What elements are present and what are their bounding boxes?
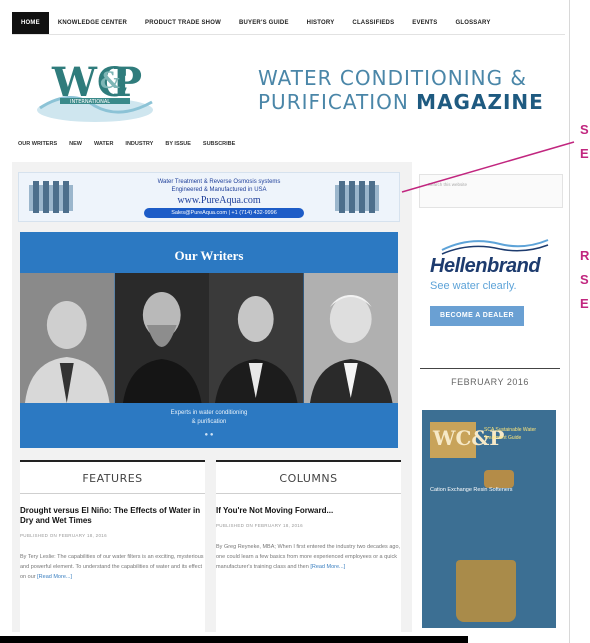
subnav-by-issue[interactable]: BY ISSUE: [165, 141, 191, 155]
secondary-navigation: OUR WRITERS NEW WATER INDUSTRY BY ISSUE …: [18, 141, 408, 155]
hellenbrand-logo-text: Hellenbrand: [430, 255, 541, 277]
writer-portrait-4: [303, 273, 398, 403]
issue-divider: [420, 368, 560, 369]
callout-2-letter-2: S: [580, 272, 589, 287]
writer-photo-2[interactable]: [114, 273, 209, 403]
writer-portrait-2: [114, 273, 209, 403]
svg-text:INTERNATIONAL: INTERNATIONAL: [70, 99, 110, 105]
writers-photos: [20, 273, 398, 403]
writers-caption: Experts in water conditioning & purifica…: [20, 409, 398, 427]
website-frame: HOME KNOWLEDGE CENTER PRODUCT TRADE SHOW…: [0, 0, 570, 643]
callout-label-2: R S E: [580, 244, 589, 316]
writers-caption-line-1: Experts in water conditioning: [170, 410, 248, 416]
nav-buyers-guide[interactable]: BUYER'S GUIDE: [230, 12, 298, 34]
bottom-black-bar: [0, 636, 468, 643]
current-issue-label: FEBRUARY 2016: [451, 377, 529, 387]
subnav-industry[interactable]: INDUSTRY: [125, 141, 153, 155]
writer-photo-1[interactable]: [20, 273, 115, 403]
nav-home[interactable]: HOME: [12, 12, 49, 34]
hellenbrand-wave-icon: [441, 239, 549, 255]
cover-logo: WC&P: [430, 422, 505, 458]
features-section: FEATURES Drought versus El Niño: The Eff…: [20, 460, 205, 636]
cover-tagline: Cation Exchange Resin Softeners: [430, 487, 513, 493]
features-headline[interactable]: Drought versus El Niño: The Effects of W…: [20, 506, 205, 526]
nav-classifieds[interactable]: CLASSIFIEDS: [343, 12, 403, 34]
callout-1-letter-2: E: [580, 146, 589, 161]
callout-2-letter-1: R: [580, 248, 590, 263]
writers-caption-line-2: & purification: [191, 419, 227, 425]
banner-line-2: Engineered & Manufactured in USA: [171, 187, 267, 193]
search-placeholder: Search this website: [428, 182, 468, 187]
ro-system-left-icon: [29, 181, 73, 213]
callout-1-letter-1: S: [580, 122, 589, 137]
cover-logo-letters: WC&P: [433, 426, 505, 450]
banner-contact: Sales@PureAqua.com | +1 (714) 432-9996: [144, 208, 304, 218]
hellenbrand-ad[interactable]: Hellenbrand See water clearly. BECOME A …: [426, 232, 561, 342]
callout-2-letter-3: E: [580, 296, 589, 311]
columns-read-more-link[interactable]: [Read More...]: [310, 564, 345, 570]
banner-line-1: Water Treatment & Reverse Osmosis system…: [157, 179, 281, 185]
ro-system-right-icon: [335, 181, 379, 213]
columns-headline[interactable]: If You're Not Moving Forward...: [216, 506, 401, 516]
nav-events[interactable]: EVENTS: [403, 12, 446, 34]
columns-heading: COLUMNS: [216, 462, 401, 494]
subnav-our-writers[interactable]: OUR WRITERS: [18, 141, 57, 155]
nav-history[interactable]: HISTORY: [298, 12, 344, 34]
callout-label-1: S E: [580, 118, 589, 166]
columns-meta: PUBLISHED ON FEBRUARY 18, 2016: [216, 523, 303, 528]
magazine-cover[interactable]: WC&P SCA Sustainable Water Treatment Gui…: [422, 410, 556, 628]
nav-knowledge-center[interactable]: KNOWLEDGE CENTER: [49, 12, 136, 34]
features-meta: PUBLISHED ON FEBRUARY 18, 2016: [20, 533, 107, 538]
become-a-dealer-button[interactable]: BECOME A DEALER: [430, 306, 524, 326]
masthead-line-2: PURIFICATION MAGAZINE: [258, 90, 558, 114]
features-excerpt: By Tery Leslie: The capabilities of our …: [20, 552, 205, 582]
banner-url: www.PureAqua.com: [177, 195, 261, 206]
our-writers-slider[interactable]: Our Writers Experts in water conditionin…: [20, 232, 398, 448]
wcp-logo[interactable]: WC P & INTERNATIONAL: [30, 48, 160, 126]
banner-text: Water Treatment & Reverse Osmosis system…: [129, 178, 309, 194]
writer-photo-4[interactable]: [303, 273, 398, 403]
nav-glossary[interactable]: GLOSSARY: [447, 12, 500, 34]
columns-excerpt: By Greg Reyneke, MBA; When I first enter…: [216, 542, 401, 572]
hellenbrand-tagline: See water clearly.: [430, 280, 517, 292]
masthead-line-2-plain: PURIFICATION: [258, 90, 417, 114]
masthead-line-2-bold: MAGAZINE: [416, 90, 544, 114]
subnav-new[interactable]: NEW: [69, 141, 82, 155]
svg-text:&: &: [100, 68, 120, 94]
writer-portrait-3: [209, 273, 304, 403]
features-heading: FEATURES: [20, 462, 205, 494]
top-navigation: HOME KNOWLEDGE CENTER PRODUCT TRADE SHOW…: [12, 12, 565, 35]
writer-portrait-1: [20, 273, 115, 403]
features-read-more-link[interactable]: [Read More...]: [37, 574, 72, 580]
writer-photo-3[interactable]: [209, 273, 304, 403]
water-tank-icon: [456, 560, 516, 622]
pure-aqua-ad-banner[interactable]: Water Treatment & Reverse Osmosis system…: [18, 172, 400, 222]
slider-dots[interactable]: ● ●: [20, 432, 398, 438]
subnav-water[interactable]: WATER: [94, 141, 113, 155]
subnav-subscribe[interactable]: SUBSCRIBE: [203, 141, 235, 155]
columns-section: COLUMNS If You're Not Moving Forward... …: [216, 460, 401, 636]
wcp-logo-graphic: WC P & INTERNATIONAL: [37, 59, 153, 122]
search-box[interactable]: Search this website: [419, 174, 563, 208]
nav-product-trade-show[interactable]: PRODUCT TRADE SHOW: [136, 12, 230, 34]
cover-blurb: SCA Sustainable Water Treatment Guide: [484, 427, 537, 441]
columns-excerpt-text: By Greg Reyneke, MBA; When I first enter…: [216, 544, 401, 570]
writers-title: Our Writers: [174, 248, 244, 263]
masthead-line-1: WATER CONDITIONING &: [258, 66, 528, 90]
magazine-title: WATER CONDITIONING & PURIFICATION MAGAZI…: [258, 66, 558, 114]
